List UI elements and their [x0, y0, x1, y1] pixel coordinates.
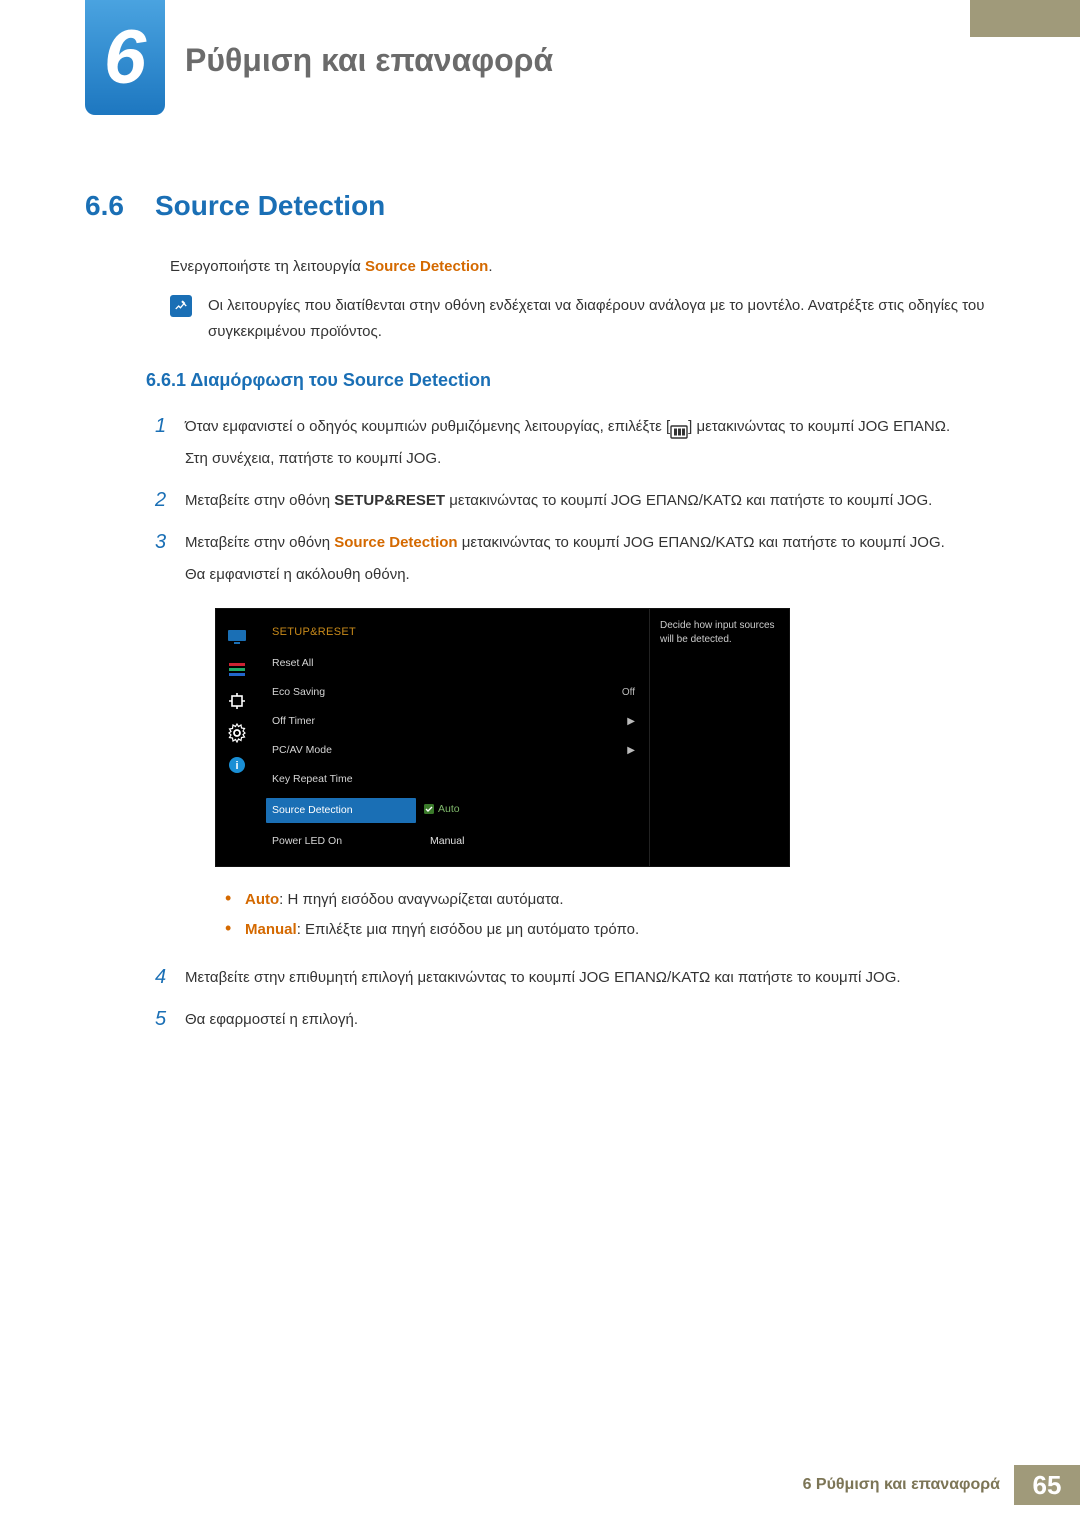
- intro-suffix: .: [488, 258, 492, 275]
- svg-text:i: i: [235, 760, 238, 772]
- osd-description: Decide how input sources will be detecte…: [649, 609, 789, 866]
- step-text: Θα εφαρμοστεί η επιλογή.: [185, 1005, 990, 1037]
- steps-list: 1 Όταν εμφανιστεί ο οδηγός κουμπιών ρυθμ…: [155, 412, 990, 1047]
- osd-row-resetall: Reset All: [258, 649, 649, 678]
- step-2: 2 Μεταβείτε στην οθόνη SETUP&RESET μετακ…: [155, 486, 990, 518]
- osd-label: Power LED On: [272, 831, 422, 852]
- step-text: Όταν εμφανιστεί ο οδηγός κουμπιών ρυθμιζ…: [185, 412, 990, 476]
- step-3-text-d: Θα εμφανιστεί η ακόλουθη οθόνη.: [185, 560, 990, 590]
- step-3: 3 Μεταβείτε στην οθόνη Source Detection …: [155, 528, 990, 953]
- chapter-number: 6: [104, 14, 146, 101]
- step-number: 5: [155, 1005, 185, 1037]
- step-text: Μεταβείτε στην οθόνη SETUP&RESET μετακιν…: [185, 486, 990, 518]
- osd-label: Key Repeat Time: [272, 769, 422, 790]
- chapter-badge: 6: [85, 0, 165, 115]
- step-text: Μεταβείτε στην οθόνη Source Detection με…: [185, 528, 990, 953]
- step-3-text-c: μετακινώντας το κουμπί JOG ΕΠΑΝΩ/ΚΑΤΩ κα…: [458, 534, 945, 551]
- note-icon: [170, 295, 192, 317]
- osd-label: Off Timer: [272, 711, 422, 732]
- step-1: 1 Όταν εμφανιστεί ο οδηγός κουμπιών ρυθμ…: [155, 412, 990, 476]
- step-1-text-a: Όταν εμφανιστεί ο οδηγός κουμπιών ρυθμιζ…: [185, 418, 670, 435]
- subsection-title: 6.6.1 Διαμόρφωση του Source Detection: [146, 370, 491, 391]
- step-5: 5 Θα εφαρμοστεί η επιλογή.: [155, 1005, 990, 1037]
- osd-row-manual: Power LED On Manual: [258, 827, 649, 856]
- submenu-arrow-icon: ▶: [595, 712, 635, 732]
- bullet-auto-label: Auto: [245, 891, 279, 908]
- step-4-text: Μεταβείτε στην επιθυμητή επιλογή μετακιν…: [185, 963, 990, 993]
- osd-option-label: Auto: [438, 799, 460, 820]
- bullet-dot-icon: •: [225, 919, 245, 937]
- note-text: Οι λειτουργίες που διατίθενται στην οθόν…: [208, 293, 990, 346]
- footer-chapter-label: 6 Ρύθμιση και επαναφορά: [803, 1476, 1000, 1494]
- step-3-text-a: Μεταβείτε στην οθόνη: [185, 534, 334, 551]
- osd-main: SETUP&RESET Reset All Eco Saving Off Off…: [258, 609, 649, 866]
- monitor-icon: [227, 629, 247, 645]
- info-icon: i: [227, 757, 247, 773]
- step-5-text: Θα εφαρμοστεί η επιλογή.: [185, 1005, 990, 1035]
- osd-row-keyrepeat: Key Repeat Time: [258, 765, 649, 794]
- gear-icon: [227, 725, 247, 741]
- osd-label: Eco Saving: [272, 682, 422, 703]
- osd-option-manual: Manual: [422, 831, 595, 852]
- osd-option-auto: Auto: [424, 799, 460, 820]
- intro-text: Ενεργοποιήστε τη λειτουργία Source Detec…: [170, 258, 493, 275]
- bullet-manual-text: : Επιλέξτε μια πηγή εισόδου με μη αυτόμα…: [297, 921, 639, 938]
- bullet-auto-text: : Η πηγή εισόδου αναγνωρίζεται αυτόματα.: [279, 891, 563, 908]
- osd-screenshot: i SETUP&RESET Reset All Eco Saving Off: [215, 608, 990, 867]
- osd-value: Off: [595, 683, 635, 703]
- step-1-text-b: ] μετακινώντας το κουμπί JOG ΕΠΑΝΩ.: [688, 418, 950, 435]
- step-3-highlight: Source Detection: [334, 534, 457, 551]
- header-accent-bar: [970, 0, 1080, 37]
- section-number: 6.6: [85, 190, 124, 222]
- section-title: Source Detection: [155, 190, 385, 222]
- step-number: 2: [155, 486, 185, 518]
- page-number: 65: [1014, 1465, 1080, 1505]
- osd-label: PC/AV Mode: [272, 740, 422, 761]
- step-2-text-c: μετακινώντας το κουμπί JOG ΕΠΑΝΩ/ΚΑΤΩ κα…: [445, 492, 932, 509]
- step-number: 1: [155, 412, 185, 476]
- bullet-manual: • Manual: Επιλέξτε μια πηγή εισόδου με μ…: [225, 915, 990, 945]
- step-number: 3: [155, 528, 185, 953]
- step-2-highlight: SETUP&RESET: [334, 492, 445, 509]
- osd-row-eco: Eco Saving Off: [258, 678, 649, 707]
- list-icon: [227, 661, 247, 677]
- osd-title: SETUP&RESET: [258, 619, 649, 649]
- submenu-arrow-icon: ▶: [595, 741, 635, 761]
- osd-row-offtimer: Off Timer ▶: [258, 707, 649, 736]
- step-4: 4 Μεταβείτε στην επιθυμητή επιλογή μετακ…: [155, 963, 990, 995]
- bullet-auto: • Auto: Η πηγή εισόδου αναγνωρίζεται αυτ…: [225, 885, 990, 915]
- osd-label: Reset All: [272, 653, 422, 674]
- page-footer: 6 Ρύθμιση και επαναφορά 65: [803, 1465, 1080, 1505]
- intro-highlight: Source Detection: [365, 258, 488, 275]
- intro-prefix: Ενεργοποιήστε τη λειτουργία: [170, 258, 365, 275]
- step-number: 4: [155, 963, 185, 995]
- bullet-manual-label: Manual: [245, 921, 297, 938]
- step-text: Μεταβείτε στην επιθυμητή επιλογή μετακιν…: [185, 963, 990, 995]
- step-2-text-a: Μεταβείτε στην οθόνη: [185, 492, 334, 509]
- osd-label-selected: Source Detection: [266, 798, 416, 823]
- osd-sidebar: i: [216, 609, 258, 866]
- osd-row-pcav: PC/AV Mode ▶: [258, 736, 649, 765]
- chapter-title: Ρύθμιση και επαναφορά: [185, 42, 553, 79]
- bullet-dot-icon: •: [225, 889, 245, 907]
- osd-row-sourcedetection: Source Detection Auto: [258, 794, 649, 827]
- step-1-text-c: Στη συνέχεια, πατήστε το κουμπί JOG.: [185, 444, 990, 474]
- option-bullets: • Auto: Η πηγή εισόδου αναγνωρίζεται αυτ…: [225, 885, 990, 945]
- menu-icon: [670, 420, 688, 434]
- resize-icon: [227, 693, 247, 709]
